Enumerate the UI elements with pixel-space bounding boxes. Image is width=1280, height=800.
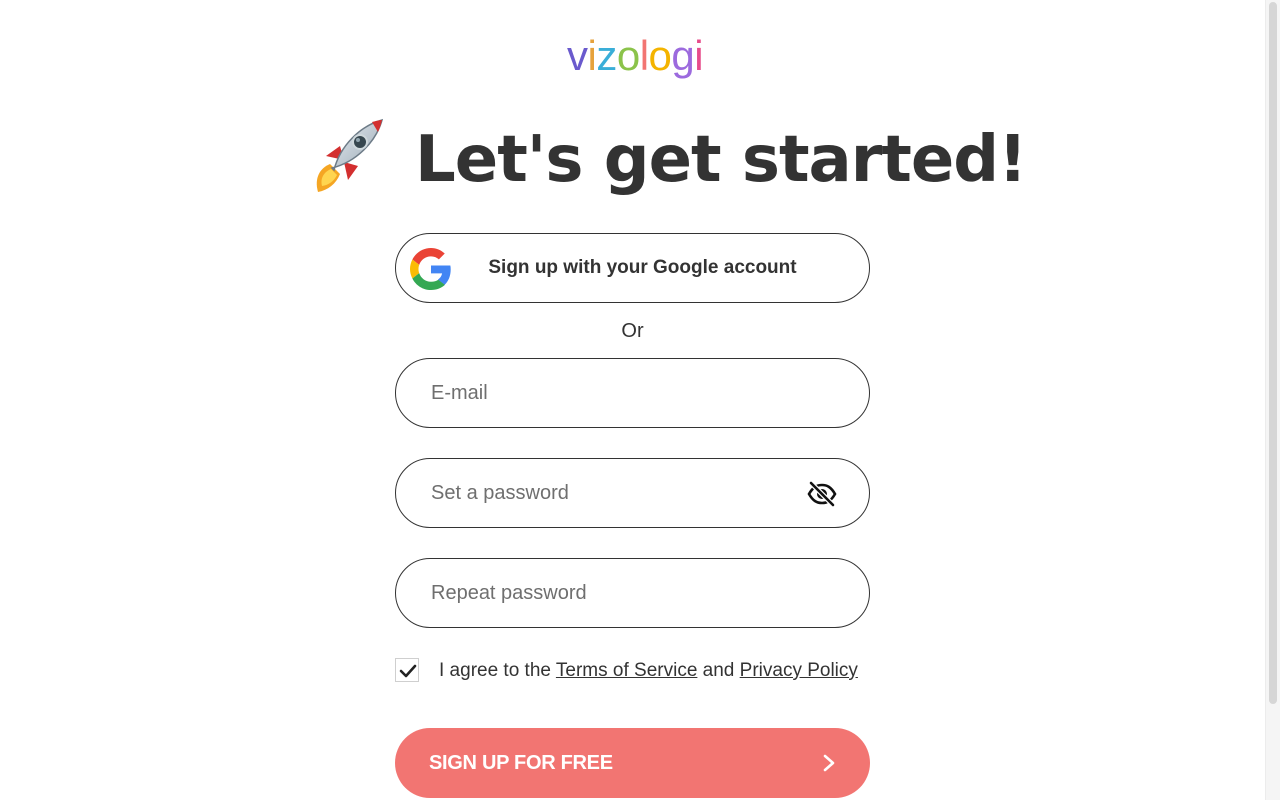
terms-agreement: I agree to the Terms of Service and Priv… [395,658,895,686]
logo-letter: z [596,32,617,79]
page-scrollbar[interactable] [1265,0,1280,800]
logo-wordmark: vizologi [567,28,704,84]
eye-slash-icon[interactable] [807,481,837,507]
or-divider: Or [621,320,644,342]
signup-page: vizologi Let's get started! Sign up with… [0,0,1280,800]
checkmark-icon [399,664,417,678]
logo-letter: g [671,32,695,79]
logo-letter: o [616,32,640,79]
google-signup-button[interactable]: Sign up with your Google account [395,233,870,303]
privacy-policy-link[interactable]: Privacy Policy [740,660,858,681]
terms-checkbox[interactable] [395,658,419,682]
chevron-right-icon [823,754,835,772]
logo-letter: l [639,32,649,79]
password-field[interactable] [396,459,869,527]
page-title: Let's get started! [415,123,1027,197]
scrollbar-thumb[interactable] [1269,2,1277,704]
email-field-wrapper [395,358,870,428]
terms-of-service-link[interactable]: Terms of Service [556,660,697,681]
rocket-icon [316,118,384,192]
terms-prefix: I agree to the [439,660,556,681]
repeat-password-field[interactable] [396,559,869,627]
heading-row: Let's get started! [300,108,1027,208]
signup-submit-button[interactable]: SIGN UP FOR FREE [395,728,870,798]
logo-letter: v [567,32,588,79]
submit-label: SIGN UP FOR FREE [429,752,613,774]
repeat-password-field-wrapper [395,558,870,628]
password-field-wrapper [395,458,870,528]
terms-text: I agree to the Terms of Service and Priv… [439,660,858,682]
logo-letter: i [694,32,704,79]
logo-letter: o [648,32,672,79]
email-field[interactable] [396,359,869,427]
vizologi-logo[interactable]: vizologi [567,28,704,84]
terms-middle: and [697,660,740,681]
google-signup-label: Sign up with your Google account [488,257,797,278]
